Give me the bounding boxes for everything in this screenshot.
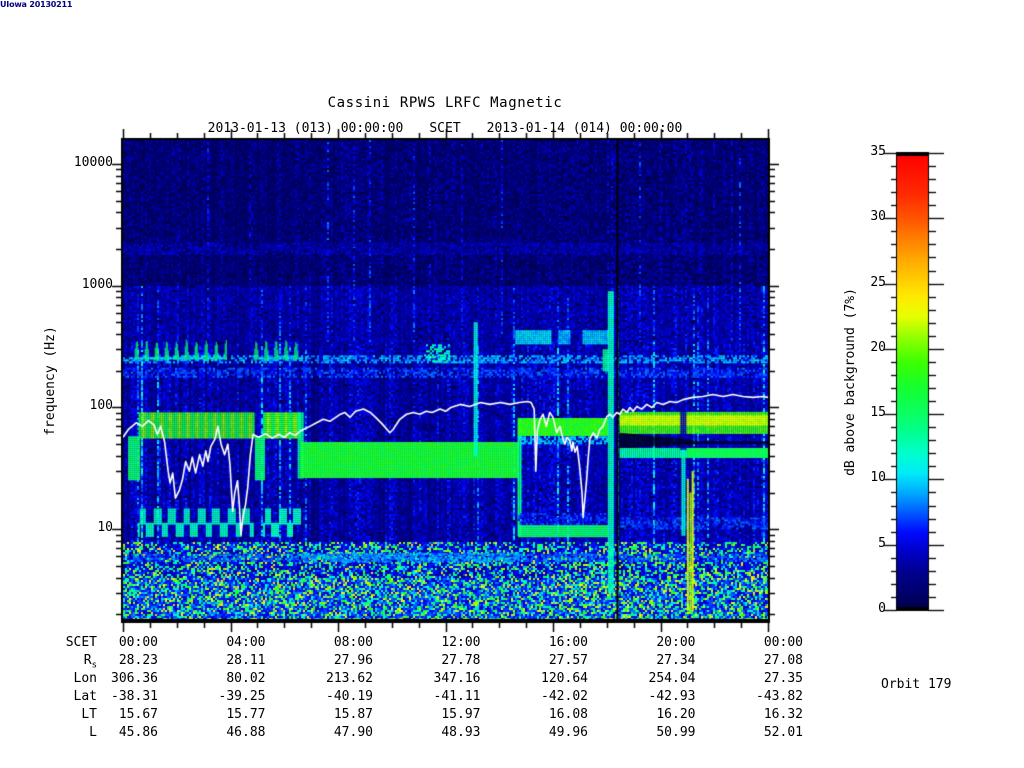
- ephemeris-value: 48.93: [441, 725, 481, 740]
- colorbar-tick-label-15: 15: [870, 405, 886, 421]
- ephemeris-value: 120.64: [541, 671, 588, 686]
- ephemeris-value: 08:00: [333, 635, 373, 650]
- ephemeris-value: 46.88: [226, 725, 266, 740]
- ephemeris-value: -40.19: [326, 689, 373, 704]
- colorbar-tick-label-5: 5: [878, 535, 886, 551]
- ephemeris-value: 27.78: [441, 653, 481, 668]
- ephemeris-value: 347.16: [433, 671, 481, 686]
- y-tick-label-10: 10: [97, 520, 113, 536]
- ephemeris-row-lt: LT 15.67 15.77 15.87 15.97 16.08 16.20 16.32: [0, 707, 1024, 723]
- ephemeris-value: 16.32: [763, 707, 803, 722]
- colorbar-label: dB above background (7%): [843, 288, 858, 476]
- ephemeris-value: 27.08: [763, 653, 803, 668]
- scet-start-label: 2013-01-13 (013) 00:00:00: [207, 121, 404, 136]
- ephemeris-value: 28.23: [118, 653, 158, 668]
- y-tick-label-10000: 10000: [73, 154, 113, 170]
- ephemeris-value: -42.93: [648, 689, 696, 704]
- colorbar-tick-label-25: 25: [870, 274, 886, 290]
- y-axis-label: frequency (Hz): [43, 326, 58, 436]
- ephemeris-value: 52.01: [763, 725, 803, 740]
- ephemeris-row-lat: Lat -38.31 -39.25 -40.19 -41.11 -42.02 -42.93…: [0, 689, 1024, 705]
- ephemeris-value: 12:00: [441, 635, 481, 650]
- ephemeris-row-rs: Rs 28.23 28.11 27.96 27.78 27.57 27.34 27.08: [0, 653, 1024, 671]
- y-tick-label-1000: 1000: [81, 276, 113, 292]
- ephemeris-value: 80.02: [226, 671, 266, 686]
- ephemeris-value: 49.96: [548, 725, 588, 740]
- y-tick-label-100: 100: [89, 398, 113, 414]
- ephemeris-value: 00:00: [118, 635, 158, 650]
- ephemeris-value: 27.34: [656, 653, 696, 668]
- ephemeris-value: 47.90: [333, 725, 373, 740]
- ephemeris-value: 213.62: [326, 671, 373, 686]
- ephemeris-value: 27.57: [548, 653, 588, 668]
- scet-subtitle: 2013-01-13 (013) 00:00:00 SCET 2013-01-1…: [0, 122, 890, 136]
- ephemeris-value: -39.25: [218, 689, 266, 704]
- colorbar-tick-label-10: 10: [870, 470, 886, 486]
- orbit-annotation: Orbit 179: [881, 677, 952, 692]
- ephemeris-row-lon: Lon 306.36 80.02 213.62 347.16 120.64 254.04 2…: [0, 671, 1024, 687]
- ephemeris-row-scet: SCET 00:00 04:00 08:00 12:00 16:00 20:00 00:00: [0, 635, 1024, 651]
- ephemeris-value: 15.77: [226, 707, 266, 722]
- ephemeris-value: 254.04: [648, 671, 696, 686]
- ephemeris-value: 50.99: [656, 725, 696, 740]
- ephemeris-value: 15.87: [333, 707, 373, 722]
- ephemeris-value: 16.08: [548, 707, 588, 722]
- colorbar-tick-label-35: 35: [870, 144, 886, 159]
- scet-axis-label: SCET: [429, 121, 461, 136]
- ephemeris-value: -43.82: [756, 689, 803, 704]
- ephemeris-value: -41.11: [433, 689, 481, 704]
- ephemeris-value: 45.86: [118, 725, 158, 740]
- ephemeris-value: 15.67: [118, 707, 158, 722]
- ephemeris-value: 28.11: [226, 653, 266, 668]
- ephemeris-row-l: L 45.86 46.88 47.90 48.93 49.96 50.99 52.01: [0, 725, 1024, 741]
- ephemeris-value: 00:00: [763, 635, 803, 650]
- ephemeris-value: 16:00: [548, 635, 588, 650]
- ephemeris-value: 20:00: [656, 635, 696, 650]
- ephemeris-value: 27.96: [333, 653, 373, 668]
- scet-end-label: 2013-01-14 (014) 00:00:00: [486, 121, 683, 136]
- ephemeris-value: -38.31: [111, 689, 158, 704]
- ephemeris-value: 04:00: [226, 635, 266, 650]
- colorbar-tick-label-0: 0: [878, 601, 886, 616]
- colorbar-tick-label-30: 30: [870, 209, 886, 225]
- ephemeris-value: 15.97: [441, 707, 481, 722]
- ephemeris-value: -42.02: [541, 689, 588, 704]
- ephemeris-value: 306.36: [111, 671, 158, 686]
- ephemeris-value: 16.20: [656, 707, 696, 722]
- ephemeris-value: 27.35: [763, 671, 803, 686]
- colorbar-tick-label-20: 20: [870, 339, 886, 355]
- chart-title: Cassini RPWS LRFC Magnetic: [327, 95, 563, 111]
- cassini-rpws-spectrogram-page: Cassini RPWS LRFC Magnetic 2013-01-13 (0…: [0, 0, 1024, 768]
